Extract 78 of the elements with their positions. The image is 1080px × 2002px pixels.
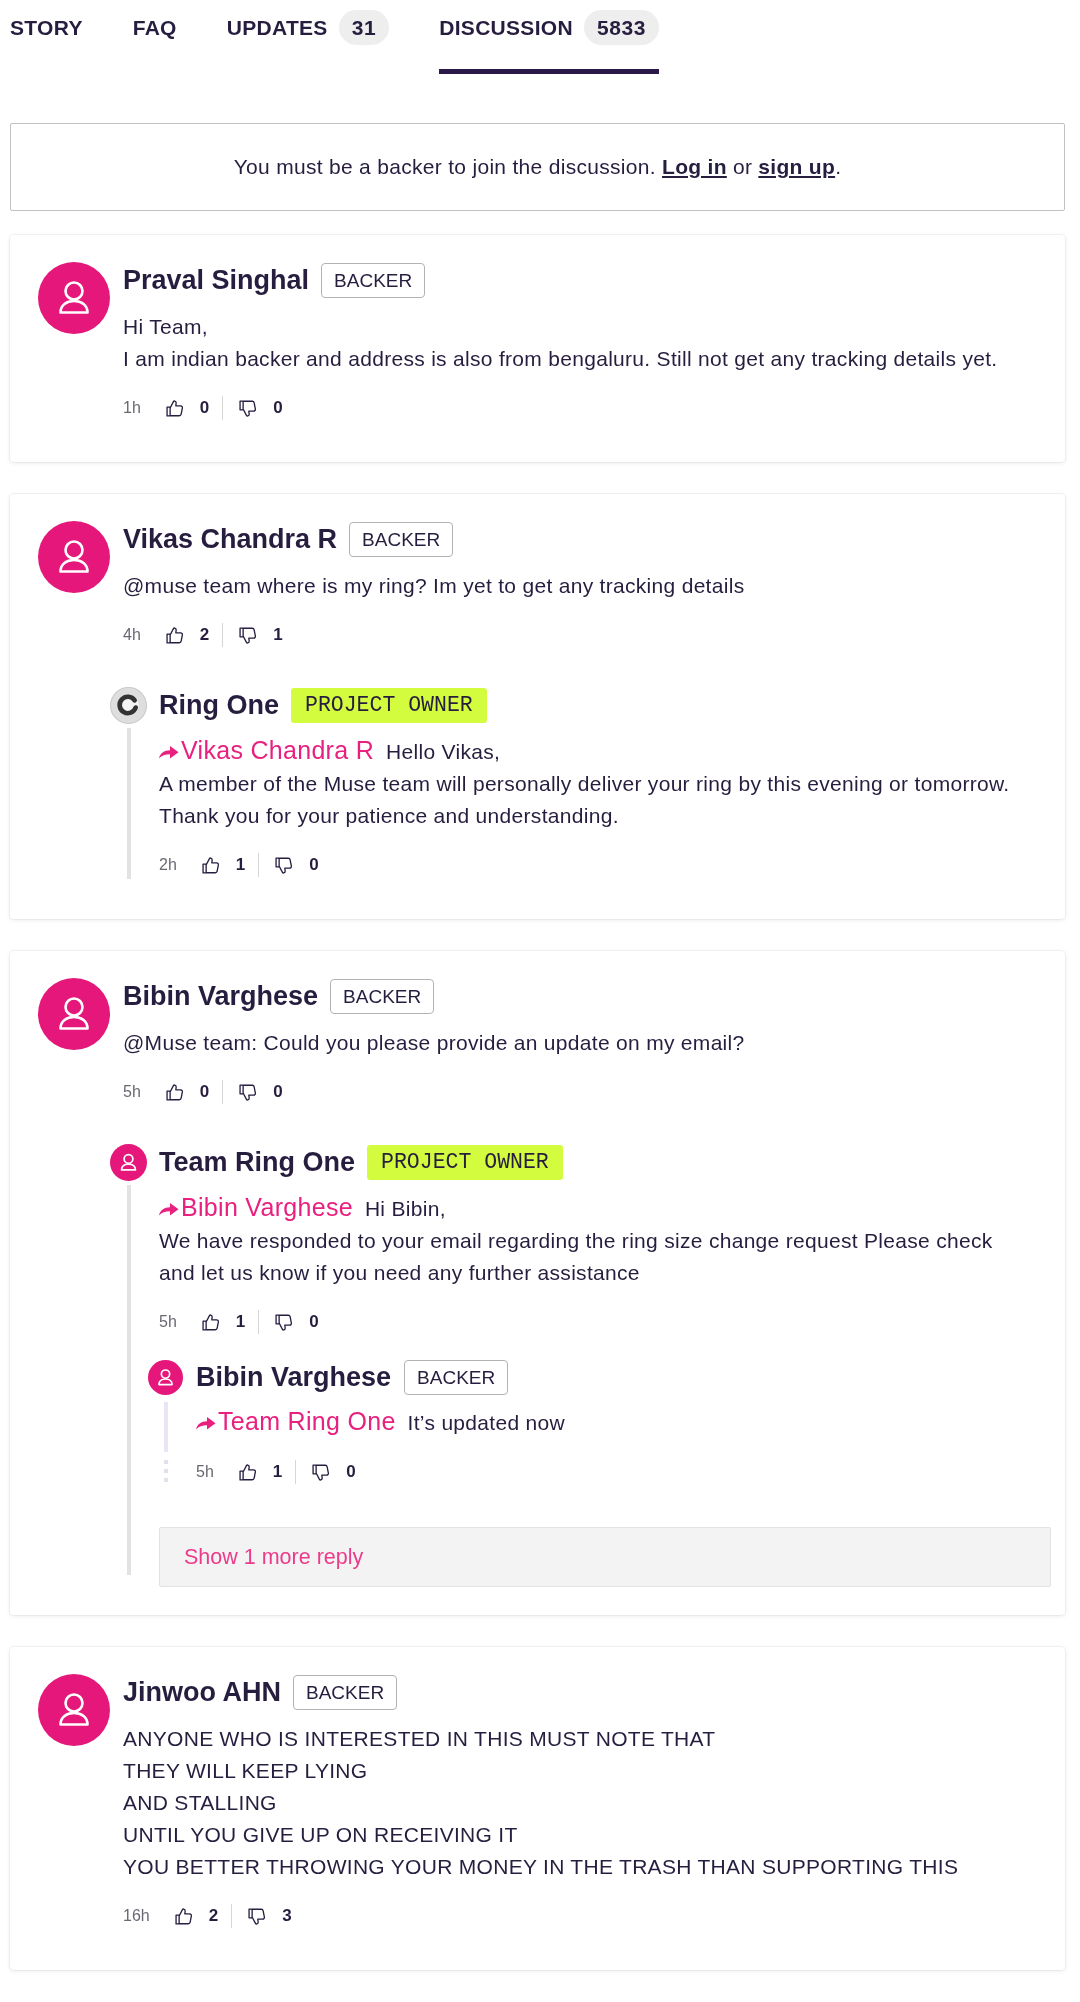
comment-text: @muse team where is my ring? Im yet to get any tracking details bbox=[123, 573, 746, 599]
author-name: Vikas Chandra R bbox=[123, 523, 338, 555]
author-name: Bibin Varghese bbox=[123, 980, 319, 1012]
thumbs-down-icon bbox=[237, 397, 259, 419]
thumbs-down-icon bbox=[310, 1461, 332, 1483]
comment-text: @Muse team: Could you please provide an update on my email? bbox=[123, 1030, 746, 1056]
text-link[interactable]: sign up bbox=[758, 155, 836, 178]
tab[interactable]: STORY bbox=[10, 0, 83, 74]
tab[interactable]: DISCUSSION 5833 bbox=[439, 0, 660, 74]
avatar-icon bbox=[38, 978, 110, 1050]
comment-time: 5h bbox=[159, 1313, 177, 1331]
like-button[interactable]: 1 bbox=[199, 854, 246, 876]
role-badge: BACKER bbox=[330, 978, 435, 1014]
role-badge: BACKER bbox=[293, 1674, 398, 1710]
reply-arrow-icon bbox=[159, 1202, 179, 1216]
tab[interactable]: FAQ bbox=[132, 0, 177, 74]
reply-to-link[interactable]: Bibin Varghese bbox=[159, 1193, 353, 1221]
comment-time: 5h bbox=[123, 1083, 141, 1101]
thumbs-up-icon bbox=[172, 1905, 194, 1927]
like-button[interactable]: 2 bbox=[172, 1905, 219, 1927]
comment-time: 4h bbox=[123, 626, 141, 644]
comment-text: ANYONE WHO IS INTERESTED IN THIS MUST NOTE THAT THEY WILL KEEP LYING AND STALLING UNTIL YOU GIVE UP ON RECEIVING IT YOU BETTER THROWING YOUR MONEY IN THE TRASH THAN SUPPORTING THIS bbox=[123, 1726, 960, 1880]
notice-text: You must be a backer to join the discussion. Log in or sign up. bbox=[233, 155, 842, 179]
tab[interactable]: UPDATES 31 bbox=[226, 0, 390, 74]
thumbs-up-icon bbox=[163, 1081, 185, 1103]
avatar-icon bbox=[148, 1360, 183, 1395]
role-badge: BACKER bbox=[349, 521, 454, 557]
author-name: Praval Singhal bbox=[123, 264, 310, 296]
thumbs-up-icon bbox=[199, 854, 221, 876]
avatar-icon bbox=[38, 1674, 110, 1746]
comment-text: Hi Team, I am indian backer and address is also from bengaluru. Still not get any tracking details yet. bbox=[123, 314, 999, 372]
comment-text: Bibin Varghese Hi Bibin, We have responded to your email regarding the ring size change request Please check and let us know if you need any further assistance bbox=[159, 1192, 994, 1286]
dislike-button[interactable]: 0 bbox=[237, 1081, 283, 1103]
comment-text: Vikas Chandra R Hello Vikas, A member of the Muse team will personally deliver your ring by this evening or tomorrow. Thank you for your patience and understanding. bbox=[159, 735, 1011, 829]
like-button[interactable]: 1 bbox=[236, 1461, 283, 1483]
thumbs-up-icon bbox=[163, 624, 185, 646]
role-badge: PROJECT OWNER bbox=[291, 688, 487, 723]
avatar-icon bbox=[38, 521, 110, 593]
count-badge: 5833 bbox=[583, 10, 660, 45]
reply-arrow-icon bbox=[196, 1416, 216, 1430]
avatar-icon bbox=[110, 1144, 147, 1181]
text-link[interactable]: Log in bbox=[662, 155, 727, 178]
role-badge: BACKER bbox=[404, 1360, 509, 1395]
dislike-button[interactable]: 0 bbox=[237, 397, 283, 419]
thumbs-down-icon bbox=[273, 854, 295, 876]
thumbs-up-icon bbox=[236, 1461, 258, 1483]
author-name: Bibin Varghese bbox=[196, 1362, 392, 1393]
comment-time: 16h bbox=[123, 1907, 150, 1925]
thumbs-down-icon bbox=[246, 1905, 268, 1927]
like-button[interactable]: 1 bbox=[199, 1311, 246, 1333]
count-badge: 31 bbox=[338, 10, 390, 45]
comment-time: 2h bbox=[159, 856, 177, 874]
dislike-button[interactable]: 1 bbox=[237, 624, 283, 646]
author-name: Ring One bbox=[159, 690, 279, 721]
reply-arrow-icon bbox=[159, 745, 179, 759]
thumbs-down-icon bbox=[273, 1311, 295, 1333]
dislike-button[interactable]: 0 bbox=[310, 1461, 356, 1483]
reply-to-link[interactable]: Team Ring One bbox=[196, 1407, 396, 1435]
dislike-button[interactable]: 0 bbox=[273, 1311, 319, 1333]
like-button[interactable]: 0 bbox=[163, 397, 210, 419]
role-badge: PROJECT OWNER bbox=[367, 1145, 563, 1180]
comment-text: Team Ring One It’s updated now bbox=[196, 1405, 1051, 1439]
author-name: Jinwoo AHN bbox=[123, 1676, 281, 1708]
author-name: Team Ring One bbox=[159, 1147, 356, 1178]
logo-avatar-icon bbox=[110, 687, 147, 724]
thumbs-down-icon bbox=[237, 1081, 259, 1103]
role-badge: BACKER bbox=[321, 262, 426, 298]
thumbs-up-icon bbox=[199, 1311, 221, 1333]
like-button[interactable]: 0 bbox=[163, 1081, 210, 1103]
dislike-button[interactable]: 0 bbox=[273, 854, 319, 876]
comment-time: 1h bbox=[123, 399, 141, 417]
thumbs-down-icon bbox=[237, 624, 259, 646]
dislike-button[interactable]: 3 bbox=[246, 1905, 292, 1927]
like-button[interactable]: 2 bbox=[163, 624, 210, 646]
reply-to-link[interactable]: Vikas Chandra R bbox=[159, 736, 375, 764]
avatar-icon bbox=[38, 262, 110, 334]
thumbs-up-icon bbox=[163, 397, 185, 419]
comment-time: 5h bbox=[196, 1463, 214, 1481]
